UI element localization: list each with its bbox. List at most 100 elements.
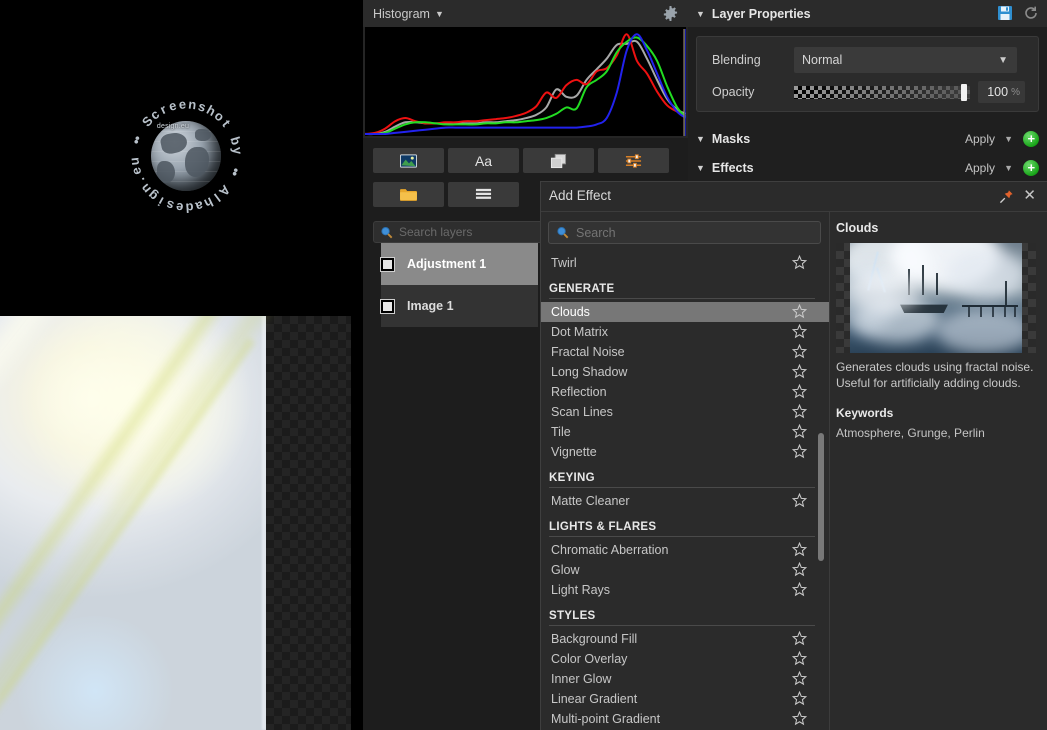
effect-list-item[interactable]: Matte Cleaner [541, 491, 829, 511]
add-group-button[interactable] [373, 182, 444, 207]
layer-row-adjustment-1[interactable]: Adjustment 1 [380, 243, 538, 285]
add-image-layer-button[interactable] [373, 148, 444, 173]
favorite-star-icon[interactable] [792, 255, 807, 270]
chevron-down-icon[interactable]: ▼ [696, 134, 705, 144]
add-shape-layer-button[interactable] [523, 148, 594, 173]
opacity-slider[interactable] [794, 83, 970, 101]
favorite-star-icon[interactable] [792, 582, 807, 597]
histogram-title[interactable]: Histogram [373, 7, 430, 21]
effect-list-item[interactable]: Scan Lines [541, 402, 829, 422]
save-floppy-icon[interactable] [997, 5, 1013, 21]
layer-menu-button[interactable] [448, 182, 519, 207]
favorite-star-icon[interactable] [792, 651, 807, 666]
effect-list-item[interactable]: Vignette [541, 442, 829, 462]
effect-list-item[interactable]: Dot Matrix [541, 322, 829, 342]
add-effect-titlebar[interactable]: Add Effect ✕ [541, 182, 1047, 211]
effect-group-label: STYLES [549, 610, 596, 622]
favorite-star-icon[interactable] [792, 304, 807, 319]
effect-list-item[interactable]: Twirl [541, 253, 829, 273]
effect-list-item[interactable]: Multi-point Gradient [541, 709, 829, 729]
effect-list[interactable]: Twirl GENERATE Clouds Dot Matrix Fractal Noi… [541, 253, 829, 730]
canvas-area[interactable]: design.eu • Screenshot by • • Alhadesign.… [0, 0, 363, 730]
search-layers-input[interactable]: Search layers [373, 221, 558, 243]
favorite-star-icon[interactable] [792, 711, 807, 726]
pushpin-icon[interactable] [999, 189, 1014, 204]
effect-list-item[interactable]: Background Fill [541, 629, 829, 649]
favorite-star-icon[interactable] [792, 631, 807, 646]
app-window: design.eu • Screenshot by • • Alhadesign.… [0, 0, 1047, 730]
effect-list-item[interactable]: Inner Glow [541, 669, 829, 689]
add-effect-button[interactable]: + [1023, 160, 1039, 176]
effect-list-item[interactable]: Glow [541, 560, 829, 580]
effect-list-item-label: Chromatic Aberration [551, 543, 669, 557]
favorite-star-icon[interactable] [792, 542, 807, 557]
favorite-star-icon[interactable] [792, 671, 807, 686]
blending-mode-value: Normal [802, 53, 843, 67]
effect-list-item-label: Background Fill [551, 632, 638, 646]
effect-list-item[interactable]: Linear Gradient [541, 689, 829, 709]
effect-list-item[interactable]: Fractal Noise [541, 342, 829, 362]
effect-group-divider [549, 536, 815, 537]
opacity-value-field[interactable]: 100 % [978, 81, 1025, 103]
effect-list-item[interactable]: Color Overlay [541, 649, 829, 669]
favorite-star-icon[interactable] [792, 364, 807, 379]
reset-circular-arrow-icon[interactable] [1023, 5, 1039, 21]
favorite-star-icon[interactable] [792, 344, 807, 359]
masks-apply-button[interactable]: Apply [965, 132, 995, 146]
opacity-slider-handle[interactable] [961, 83, 967, 101]
watermark-char: e [128, 165, 145, 177]
effect-search-input[interactable]: Search [548, 221, 821, 244]
effect-preview-image [836, 243, 1036, 353]
effect-list-item[interactable]: Clouds [541, 302, 829, 322]
favorite-star-icon[interactable] [792, 424, 807, 439]
blending-mode-select[interactable]: Normal ▼ [794, 47, 1017, 73]
chevron-down-icon[interactable]: ▼ [1004, 163, 1013, 173]
favorite-star-icon[interactable] [792, 384, 807, 399]
layer-image-preview[interactable] [0, 316, 351, 730]
scrollbar-thumb[interactable] [818, 433, 824, 561]
effect-list-scrollbar[interactable] [818, 253, 824, 730]
add-mask-button[interactable]: + [1023, 131, 1039, 147]
add-adjustment-layer-button[interactable] [598, 148, 669, 173]
effect-list-item[interactable]: Long Shadow [541, 362, 829, 382]
effect-list-item-label: Tile [551, 425, 571, 439]
watermark-char: e [167, 97, 178, 114]
favorite-star-icon[interactable] [792, 444, 807, 459]
dialog-title: Add Effect [549, 188, 612, 203]
chevron-down-icon[interactable]: ▼ [1004, 134, 1013, 144]
gear-icon[interactable] [663, 6, 678, 21]
layer-strip [363, 285, 381, 327]
close-icon[interactable]: ✕ [1023, 188, 1036, 203]
effect-group-header: KEYING [541, 462, 829, 484]
effects-apply-button[interactable]: Apply [965, 161, 995, 175]
favorite-star-icon[interactable] [792, 691, 807, 706]
effect-list-item-label: Clouds [551, 305, 590, 319]
add-text-layer-button[interactable]: Aa [448, 148, 519, 173]
histogram-panel: Histogram ▼ [363, 0, 688, 138]
effects-section-header[interactable]: ▼ Effects Apply ▼ + [688, 154, 1047, 182]
effect-list-item[interactable]: Tile [541, 422, 829, 442]
layer-name: Image 1 [407, 299, 454, 313]
effect-list-item-label: Scan Lines [551, 405, 613, 419]
watermark-char: d [185, 200, 195, 216]
search-icon [381, 226, 393, 238]
chevron-down-icon[interactable]: ▼ [696, 9, 705, 19]
layer-visibility-toggle[interactable] [380, 256, 395, 272]
favorite-star-icon[interactable] [792, 493, 807, 508]
favorite-star-icon[interactable] [792, 324, 807, 339]
effect-group-divider [549, 487, 815, 488]
effect-list-item[interactable]: Light Rays [541, 580, 829, 600]
masks-section-header[interactable]: ▼ Masks Apply ▼ + [688, 125, 1047, 153]
effect-list-item[interactable]: Chromatic Aberration [541, 540, 829, 560]
favorite-star-icon[interactable] [792, 562, 807, 577]
layer-row-image-1[interactable]: Image 1 [380, 285, 538, 327]
effect-group-divider [549, 625, 815, 626]
effect-list-item-label: Color Overlay [551, 652, 628, 666]
chevron-down-icon[interactable]: ▼ [696, 163, 705, 173]
watermark-char: e [178, 96, 187, 112]
favorite-star-icon[interactable] [792, 404, 807, 419]
chevron-down-icon[interactable]: ▼ [435, 9, 444, 19]
effect-list-item[interactable]: Reflection [541, 382, 829, 402]
plus-circle-icon: + [1027, 160, 1035, 175]
layer-visibility-toggle[interactable] [380, 298, 395, 314]
